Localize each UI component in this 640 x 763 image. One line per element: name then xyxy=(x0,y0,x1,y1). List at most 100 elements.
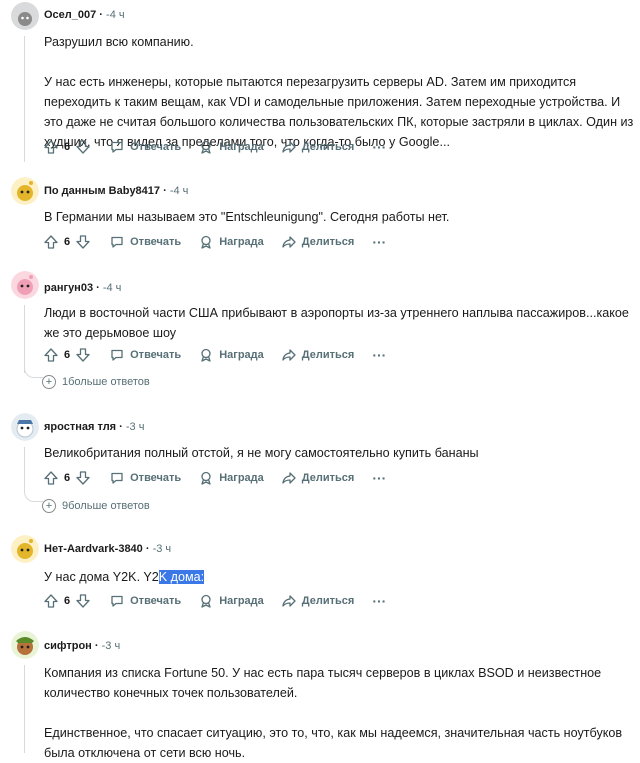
more-options-button[interactable]: ··· xyxy=(372,593,386,609)
thread-line[interactable] xyxy=(24,305,25,373)
share-button[interactable]: Делиться xyxy=(282,348,354,362)
comment-paragraph: Разрушил всю компанию. xyxy=(44,35,194,49)
award-button[interactable]: Награда xyxy=(199,140,264,154)
award-label: Награда xyxy=(219,236,264,248)
more-replies-button[interactable]: + 1больше ответов xyxy=(42,375,150,389)
vote-count: 6 xyxy=(64,236,71,248)
vote-controls: 6 xyxy=(44,471,90,485)
avatar[interactable] xyxy=(11,177,39,205)
award-button[interactable]: Награда xyxy=(199,471,264,485)
upvote-icon[interactable] xyxy=(44,140,58,154)
award-label: Награда xyxy=(219,349,264,361)
username[interactable]: яростная тля · -3 ч xyxy=(44,421,144,433)
downvote-icon[interactable] xyxy=(76,348,90,362)
upvote-icon[interactable] xyxy=(44,594,58,608)
comment-bubble-icon xyxy=(111,595,123,607)
downvote-icon[interactable] xyxy=(76,594,90,608)
timestamp: -3 ч xyxy=(101,640,121,652)
thread-line[interactable] xyxy=(24,447,25,492)
thread-line[interactable] xyxy=(24,665,25,753)
expand-plus-icon: + xyxy=(42,499,56,513)
reply-label: Отвечать xyxy=(130,236,182,248)
downvote-icon[interactable] xyxy=(76,235,90,249)
vote-count: 6 xyxy=(64,595,71,607)
award-button[interactable]: Награда xyxy=(199,348,264,362)
username[interactable]: Осел_007 · -4 ч xyxy=(44,9,125,21)
timestamp: -3 ч xyxy=(125,421,145,433)
downvote-icon[interactable] xyxy=(76,140,90,154)
comment-bubble-icon xyxy=(111,472,123,484)
upvote-icon[interactable] xyxy=(44,235,58,249)
comment-bubble-icon xyxy=(111,141,123,153)
expand-plus-icon: + xyxy=(42,375,56,389)
thread-line[interactable] xyxy=(24,36,25,162)
vote-controls: 6 xyxy=(44,348,90,362)
more-options-button[interactable]: ··· xyxy=(372,234,386,250)
comment-body: Разрушил всю компанию. У нас есть инжене… xyxy=(44,32,634,152)
share-button[interactable]: Делиться xyxy=(282,471,354,485)
award-button[interactable]: Награда xyxy=(199,594,264,608)
timestamp: -4 ч xyxy=(106,9,125,21)
reply-label: Отвечать xyxy=(130,141,182,153)
username[interactable]: сифтрон · -3 ч xyxy=(44,640,120,652)
timestamp: -4 ч xyxy=(102,282,122,294)
selected-text: K дома: xyxy=(158,570,205,584)
share-button[interactable]: Делиться xyxy=(282,594,355,608)
more-replies-label: 9больше ответов xyxy=(62,500,150,512)
username[interactable]: Нет-Aardvark-3840 · -3 ч xyxy=(44,543,171,555)
more-options-button[interactable]: ··· xyxy=(372,470,386,486)
comment-body: Великобритания полный отстой, я не могу … xyxy=(44,443,634,463)
comment-actions: 6 Отвечать Награда Делиться ··· xyxy=(44,137,404,157)
share-label: Делиться xyxy=(301,595,355,607)
more-options-button[interactable]: ··· xyxy=(372,139,386,155)
award-icon xyxy=(201,594,211,608)
vote-controls: 6 xyxy=(44,140,90,154)
share-button[interactable]: Делиться xyxy=(282,140,355,154)
share-icon xyxy=(282,236,296,248)
more-options-icon: ··· xyxy=(372,470,387,486)
comment-bubble-icon xyxy=(111,236,123,248)
share-icon xyxy=(282,141,296,153)
share-label: Делиться xyxy=(301,141,355,153)
share-button[interactable]: Делиться xyxy=(282,235,354,249)
thread-branch xyxy=(24,491,43,502)
username[interactable]: По данным Baby8417 · -4 ч xyxy=(44,185,188,197)
timestamp: -4 ч xyxy=(169,185,189,197)
downvote-icon[interactable] xyxy=(76,471,90,485)
avatar[interactable] xyxy=(11,413,39,441)
avatar[interactable] xyxy=(11,271,39,299)
more-replies-button[interactable]: + 9больше ответов xyxy=(42,499,150,513)
avatar[interactable] xyxy=(11,2,39,30)
comment-paragraph: Великобритания полный отстой, я не могу … xyxy=(44,446,479,460)
comment-actions: 6 Отвечать Награда Делиться ··· xyxy=(44,232,404,252)
comment-paragraph: Единственное, что спасает ситуацию, это … xyxy=(44,726,623,760)
comment-bubble-icon xyxy=(111,349,123,361)
avatar[interactable] xyxy=(11,631,39,659)
comment-actions: 6 Отвечать Награда Делиться ··· xyxy=(44,591,404,611)
comment-body: В Германии мы называем это "Entschleunig… xyxy=(44,207,634,227)
award-label: Награда xyxy=(219,472,264,484)
comment-text: У нас дома Y2K. Y2 xyxy=(44,570,159,584)
award-icon xyxy=(201,235,211,249)
avatar[interactable] xyxy=(11,535,39,563)
thread-branch xyxy=(24,367,43,378)
vote-count: 6 xyxy=(64,349,71,361)
comment-body: Люди в восточной части США прибывают в а… xyxy=(44,303,634,343)
reply-button[interactable]: Отвечать xyxy=(110,594,181,608)
upvote-icon[interactable] xyxy=(44,471,58,485)
award-button[interactable]: Награда xyxy=(199,235,264,249)
reply-button[interactable]: Отвечать xyxy=(110,471,181,485)
more-options-icon: ··· xyxy=(372,593,387,609)
reply-button[interactable]: Отвечать xyxy=(110,235,181,249)
reply-button[interactable]: Отвечать xyxy=(110,348,181,362)
comment-actions: 6 Отвечать Награда Делиться ··· xyxy=(44,468,404,488)
award-icon xyxy=(201,140,211,154)
share-icon xyxy=(282,472,296,484)
upvote-icon[interactable] xyxy=(44,348,58,362)
username[interactable]: рангун03 · -4 ч xyxy=(44,282,121,294)
more-options-button[interactable]: ··· xyxy=(372,347,386,363)
comment-paragraph: У нас дома Y2K. Y2K дома: xyxy=(44,567,634,587)
comment-actions: 6 Отвечать Награда Делиться ··· xyxy=(44,345,404,365)
reply-button[interactable]: Отвечать xyxy=(110,140,181,154)
vote-count: 6 xyxy=(64,472,71,484)
